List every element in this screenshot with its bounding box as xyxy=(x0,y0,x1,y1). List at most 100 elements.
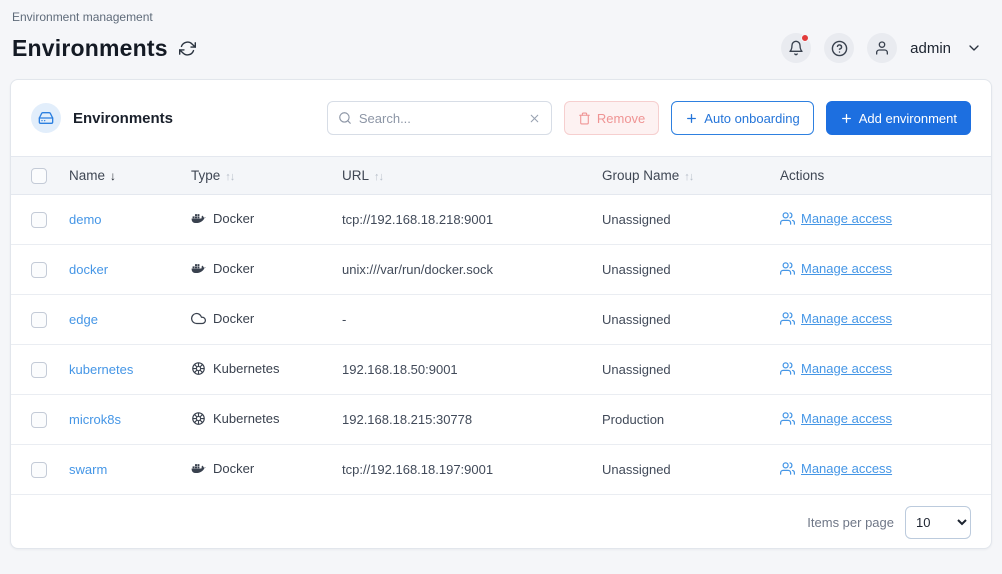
users-icon xyxy=(780,461,795,476)
search-input[interactable] xyxy=(359,111,521,126)
docker-icon xyxy=(191,211,206,226)
help-icon xyxy=(831,40,848,57)
cloud-icon xyxy=(191,311,206,326)
notifications-button[interactable] xyxy=(781,33,811,63)
column-label: Type xyxy=(191,168,220,183)
type-label: Docker xyxy=(213,261,254,276)
kubernetes-icon xyxy=(191,361,206,376)
table-row: demo Docker tcp://192.168.18.218:9001 Un… xyxy=(11,195,991,245)
url-text: 192.168.18.50:9001 xyxy=(342,362,458,377)
docker-icon xyxy=(191,461,206,476)
top-bar: Environment management Environments admi… xyxy=(0,0,1002,63)
remove-button[interactable]: Remove xyxy=(564,101,659,135)
refresh-icon[interactable] xyxy=(179,40,196,57)
manage-access-link[interactable]: Manage access xyxy=(780,461,892,476)
url-text: unix:///var/run/docker.sock xyxy=(342,262,493,277)
group-name-text: Unassigned xyxy=(602,262,671,277)
column-label: URL xyxy=(342,168,369,183)
table-row: edge Docker - Unassigned Manage access xyxy=(11,295,991,345)
trash-icon xyxy=(578,112,591,125)
auto-onboarding-button[interactable]: Auto onboarding xyxy=(671,101,813,135)
add-environment-label: Add environment xyxy=(859,111,957,126)
column-header-actions: Actions xyxy=(780,157,991,195)
table-row: docker Docker unix:///var/run/docker.soc… xyxy=(11,245,991,295)
bell-icon xyxy=(788,40,804,56)
kubernetes-icon xyxy=(191,411,206,426)
sort-icon: ↑↓ xyxy=(684,171,693,183)
environments-icon xyxy=(31,103,61,133)
sort-icon: ↑↓ xyxy=(225,171,234,183)
manage-access-link[interactable]: Manage access xyxy=(780,261,892,276)
table-row: kubernetes Kubernetes 192.168.18.50:9001… xyxy=(11,345,991,395)
type-label: Kubernetes xyxy=(213,361,280,376)
group-name-text: Unassigned xyxy=(602,462,671,477)
column-label: Group Name xyxy=(602,168,679,183)
manage-access-link[interactable]: Manage access xyxy=(780,311,892,326)
search-icon xyxy=(338,111,352,125)
breadcrumb: Environment management xyxy=(12,10,990,24)
group-name-text: Unassigned xyxy=(602,362,671,377)
add-environment-button[interactable]: Add environment xyxy=(826,101,971,135)
sort-descending-icon: ↓ xyxy=(110,169,116,183)
column-header-type[interactable]: Type ↑↓ xyxy=(191,157,342,195)
sort-icon: ↑↓ xyxy=(374,171,383,183)
user-avatar[interactable] xyxy=(867,33,897,63)
page-title: Environments xyxy=(12,35,168,62)
table-row: microk8s Kubernetes 192.168.18.215:30778… xyxy=(11,395,991,445)
column-label: Name xyxy=(69,168,105,183)
url-text: tcp://192.168.18.197:9001 xyxy=(342,462,493,477)
items-per-page-select[interactable]: 10 xyxy=(905,506,971,539)
column-header-group-name[interactable]: Group Name ↑↓ xyxy=(602,157,780,195)
users-icon xyxy=(780,311,795,326)
clear-search-icon[interactable] xyxy=(528,112,541,125)
plus-icon xyxy=(840,112,853,125)
row-checkbox[interactable] xyxy=(31,262,47,278)
plus-icon xyxy=(685,112,698,125)
users-icon xyxy=(780,261,795,276)
table-header-row: Name ↓ Type ↑↓ URL ↑↓ Group Name ↑↓ Actions xyxy=(11,157,991,195)
column-label: Actions xyxy=(780,168,824,183)
column-header-url[interactable]: URL ↑↓ xyxy=(342,157,602,195)
row-checkbox[interactable] xyxy=(31,312,47,328)
items-per-page-label: Items per page xyxy=(807,515,894,530)
row-checkbox[interactable] xyxy=(31,412,47,428)
type-label: Docker xyxy=(213,461,254,476)
environment-name-link[interactable]: microk8s xyxy=(69,412,121,427)
type-label: Docker xyxy=(213,211,254,226)
user-menu[interactable]: admin xyxy=(910,40,951,57)
environment-name-link[interactable]: demo xyxy=(69,212,102,227)
column-header-name[interactable]: Name ↓ xyxy=(69,157,191,195)
help-button[interactable] xyxy=(824,33,854,63)
select-all-checkbox[interactable] xyxy=(31,168,47,184)
environment-name-link[interactable]: kubernetes xyxy=(69,362,133,377)
auto-onboarding-label: Auto onboarding xyxy=(704,111,799,126)
user-icon xyxy=(874,40,890,56)
manage-access-link[interactable]: Manage access xyxy=(780,211,892,226)
url-text: tcp://192.168.18.218:9001 xyxy=(342,212,493,227)
environments-table: Name↓ Type↑↓ URL↑↓ Group Name↑↓ Actions … xyxy=(11,156,991,495)
url-text: - xyxy=(342,312,346,327)
search-box xyxy=(327,101,552,135)
url-text: 192.168.18.215:30778 xyxy=(342,412,472,427)
notification-dot xyxy=(801,34,809,42)
row-checkbox[interactable] xyxy=(31,362,47,378)
environment-name-link[interactable]: edge xyxy=(69,312,98,327)
table-footer: Items per page 10 xyxy=(11,495,991,549)
manage-access-link[interactable]: Manage access xyxy=(780,411,892,426)
users-icon xyxy=(780,361,795,376)
docker-icon xyxy=(191,261,206,276)
table-row: swarm Docker tcp://192.168.18.197:9001 U… xyxy=(11,445,991,495)
type-label: Kubernetes xyxy=(213,411,280,426)
panel-title: Environments xyxy=(73,110,173,127)
users-icon xyxy=(780,211,795,226)
users-icon xyxy=(780,411,795,426)
environment-name-link[interactable]: docker xyxy=(69,262,108,277)
row-checkbox[interactable] xyxy=(31,212,47,228)
environments-panel: Environments Remove Auto onboarding Add … xyxy=(10,79,992,549)
panel-header: Environments Remove Auto onboarding Add … xyxy=(11,80,991,156)
group-name-text: Unassigned xyxy=(602,312,671,327)
environment-name-link[interactable]: swarm xyxy=(69,462,107,477)
row-checkbox[interactable] xyxy=(31,462,47,478)
manage-access-link[interactable]: Manage access xyxy=(780,361,892,376)
chevron-down-icon[interactable] xyxy=(966,40,982,56)
